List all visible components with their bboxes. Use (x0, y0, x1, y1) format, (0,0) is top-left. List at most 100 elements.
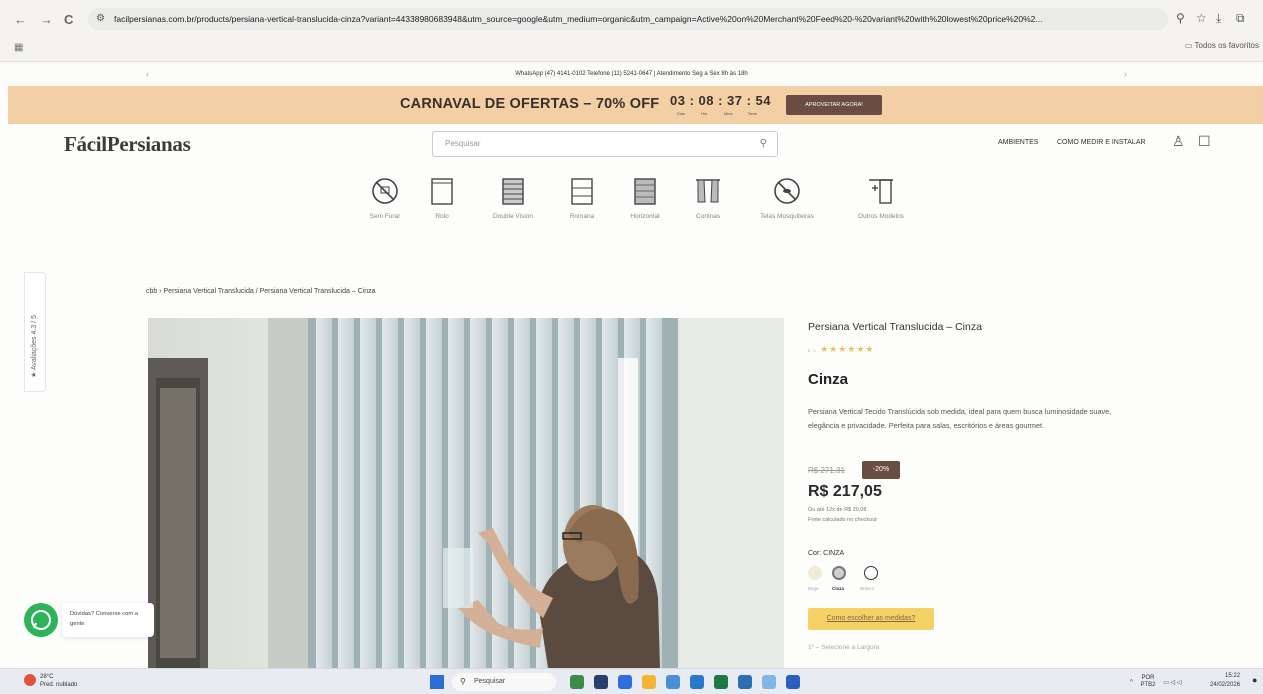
how-to-measure-button[interactable]: Como escolher as medidas? (808, 608, 934, 630)
infobar-prev-icon[interactable]: ‹ (146, 62, 149, 86)
category-label: Outros Modelos (858, 213, 904, 220)
category-telas-mosquiteiras[interactable]: Telas Mosquiteiras (747, 176, 827, 220)
url-text: facilpersianas.com.br/products/persiana-… (114, 14, 1043, 24)
forward-icon[interactable]: → (40, 12, 53, 27)
category-label: Romana (569, 213, 595, 220)
taskbar-search[interactable]: ⚲ Pesquisar (452, 673, 556, 691)
rating-stars: ★★★★★★ (820, 344, 875, 354)
taskbar-clock[interactable]: 15:22 24/02/2026 (1210, 672, 1240, 690)
widgets-icon[interactable] (570, 675, 584, 689)
category-label: Horizontal (630, 213, 660, 220)
cart-icon[interactable]: ☐ (1198, 133, 1211, 150)
windows-taskbar: 28°C Pred. nublado ⚲ Pesquisar ^ POR PTB… (0, 668, 1263, 694)
tray-chevron-icon[interactable]: ^ (1130, 680, 1133, 686)
category-outros-modelos[interactable]: Outros Modelos (843, 176, 919, 220)
mosquito-net-icon (774, 178, 800, 204)
clock-time: 15:22 (1225, 673, 1241, 679)
extensions-icon[interactable]: ⧉ (1236, 11, 1245, 26)
site-logo[interactable]: FácilPersianas (64, 132, 191, 157)
taskbar-search-icon: ⚲ (460, 677, 466, 686)
app-icon-1[interactable] (690, 675, 704, 689)
blind-slat (404, 318, 420, 668)
bookmark-star-icon[interactable]: ☆ (1196, 11, 1207, 25)
site-info-icon[interactable]: ⚙ (96, 8, 105, 30)
category-label: Telas Mosquiteiras (760, 213, 814, 220)
nav-ambientes[interactable]: AMBIENTES (998, 139, 1038, 146)
account-icon[interactable]: ♙ (1172, 133, 1185, 150)
weather-condition: Pred. nublado (40, 682, 78, 688)
whatsapp-bubble[interactable]: Dúvidas? Converse com a gente (62, 603, 154, 637)
reviews-tab-label: ★ Avaliações 4.3 / 5 (31, 315, 38, 378)
product-rating[interactable]: 5.0 ★★★★★★ (808, 344, 875, 355)
category-cortinas[interactable]: Cortinas (673, 176, 743, 220)
zoom-icon[interactable]: ⚲ (1176, 11, 1185, 25)
download-icon[interactable]: ⤓ (1216, 11, 1221, 26)
countdown-label-minutes: Mins (724, 111, 733, 116)
explorer-icon[interactable] (642, 675, 656, 689)
whatsapp-button[interactable] (24, 603, 58, 637)
infobar-next-icon[interactable]: › (1124, 62, 1127, 86)
all-bookmarks-label: Todos os favoritos (1194, 41, 1259, 50)
network-volume-icon[interactable]: ▭ ◁ ◁ (1163, 680, 1181, 686)
color-label: Cor: CINZA (808, 550, 845, 557)
taskview-icon[interactable] (594, 675, 608, 689)
payment-info: Ou até 12x de R$ 20,08 Frete calculado n… (808, 505, 877, 525)
breadcrumb[interactable]: cbb › Persiana Vertical Translucida / Pe… (146, 288, 376, 295)
search-icon[interactable]: ⚲ (760, 132, 767, 156)
weather-widget[interactable]: 28°C Pred. nublado (40, 673, 77, 689)
product-photo (148, 318, 784, 668)
app-icon-3[interactable] (738, 675, 752, 689)
category-romana[interactable]: Romana (547, 176, 617, 220)
weather-temp: 28°C (40, 674, 54, 680)
product-description: Persiana Vertical Tecido Translúcida sob… (808, 407, 1112, 430)
app-icon-2[interactable] (714, 675, 728, 689)
promo-banner: CARNAVAL DE OFERTAS – 70% OFF 03 : 08 : … (8, 86, 1263, 124)
roller-blind-icon (431, 178, 453, 205)
app-icon-4[interactable] (762, 675, 776, 689)
other-models-icon (869, 179, 893, 204)
system-tray[interactable]: ^ POR PTB2 ▭ ◁ ◁ (1130, 675, 1181, 689)
no-drill-icon (372, 178, 398, 204)
category-rolo[interactable]: Rolo (407, 176, 477, 220)
countdown-label-hours: Hrs (701, 111, 708, 116)
swatch-cinza[interactable] (832, 566, 846, 580)
blind-slat (492, 318, 508, 668)
back-icon[interactable]: ← (14, 12, 27, 27)
edge-icon[interactable] (618, 675, 632, 689)
chrome-icon[interactable] (666, 675, 680, 689)
current-price: R$ 217,05 (808, 483, 882, 500)
product-image[interactable] (148, 318, 784, 668)
search-input[interactable]: Pesquisar ⚲ (432, 131, 778, 157)
all-bookmarks[interactable]: ▭ Todos os favoritos (1185, 41, 1259, 50)
apps-icon[interactable]: ▦ (14, 42, 23, 53)
swatch-branco[interactable] (864, 566, 878, 580)
promo-cta-button[interactable]: APROVEITAR AGORA! (786, 95, 882, 115)
blind-slat (382, 318, 398, 668)
swatch-label-bege: Bege (808, 586, 819, 591)
reload-icon[interactable]: C (64, 12, 73, 27)
swatch-label-branco: Branco (860, 586, 875, 591)
blind-slat (338, 318, 354, 668)
contact-infobar: ‹ WhatsApp (47) 4141-0102 Telefone (11) … (0, 62, 1263, 86)
app-icon-5[interactable] (786, 675, 800, 689)
swatch-label-cinza: Cinza (832, 586, 845, 591)
nav-como-medir[interactable]: COMO MEDIR E INSTALAR (1057, 139, 1146, 146)
search-placeholder: Pesquisar (445, 139, 481, 148)
category-horizontal[interactable]: Horizontal (610, 176, 680, 220)
taskbar-search-label: Pesquisar (474, 678, 506, 685)
browser-chrome: ← → C ⚙ facilpersianas.com.br/products/p… (0, 0, 1263, 62)
blind-slat (514, 318, 530, 668)
address-bar[interactable]: ⚙ facilpersianas.com.br/products/persian… (88, 8, 1168, 30)
start-icon[interactable] (430, 675, 444, 689)
category-double-vision[interactable]: Double Vision (478, 176, 548, 220)
blind-slat (316, 318, 332, 668)
countdown-label-days: Dias (677, 111, 686, 116)
tray-lang: POR (1141, 675, 1155, 681)
weather-icon[interactable] (24, 674, 36, 686)
blind-slat (426, 318, 442, 668)
swatch-bege[interactable] (808, 566, 822, 580)
notification-icon[interactable]: ● (1252, 675, 1257, 685)
infobar-text: WhatsApp (47) 4141-0102 Telefone (11) 52… (515, 71, 748, 77)
whatsapp-icon (31, 610, 51, 630)
countdown-label-seconds: Secs (748, 111, 757, 116)
